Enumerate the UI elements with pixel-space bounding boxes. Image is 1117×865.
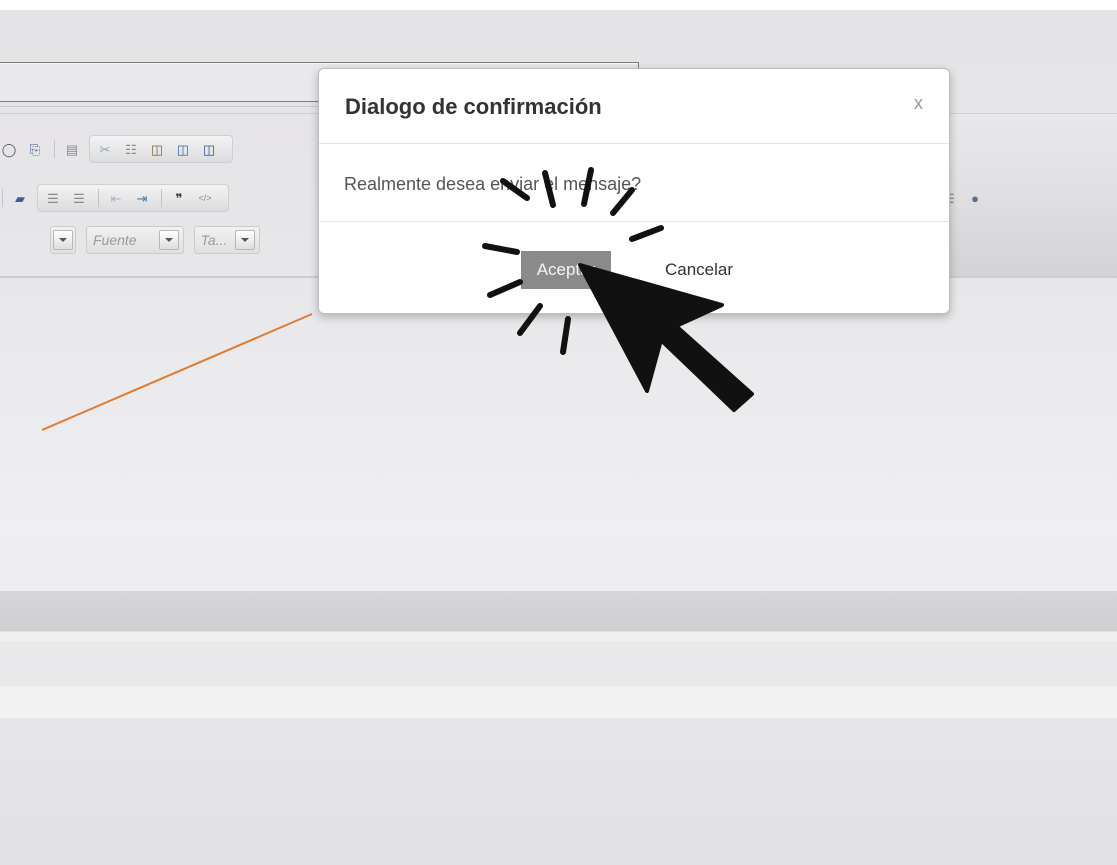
dialog-title: Dialogo de confirmación [345,94,602,119]
toolbar-row-1: ◯ ⎘ ▤ ✂ ☷ ◫ ◫ ◫ [0,134,239,164]
format-combos: Fuente Ta... [0,226,270,254]
copy-icon[interactable]: ☷ [122,140,140,158]
chevron-down-icon [53,230,73,250]
toolbar-separator [54,140,55,158]
toolbar-separator [98,189,99,207]
styles-combo[interactable] [50,226,76,254]
chevron-down-icon [235,230,256,250]
toolbar-separator [2,189,3,207]
bulleted-list-icon[interactable]: ☰ [70,189,88,207]
font-combo-label: Fuente [93,232,137,248]
list-group: ☰ ☰ ⇤ ⇥ ❞ </> [37,184,229,212]
attachments-row [0,686,1117,718]
font-combo[interactable]: Fuente [86,226,184,254]
binoculars-icon[interactable]: ◯ [0,140,18,158]
editor-footer-bar [0,591,1117,631]
dialog-body: Realmente desea enviar el mensaje? [319,144,949,222]
div-icon[interactable]: </> [196,189,214,207]
globe-icon[interactable]: ● [966,189,984,207]
outdent-icon[interactable]: ⇤ [107,189,125,207]
toolbar-row-2: ▰ ☰ ☰ ⇤ ⇥ ❞ </> [0,183,235,213]
attachments-row [0,641,1117,686]
page-footer-area [0,718,1117,865]
dialog-header: Dialogo de confirmación x [319,69,949,144]
dialog-message: Realmente desea enviar el mensaje? [344,174,642,194]
chevron-down-icon [158,230,179,250]
paste-icon[interactable]: ◫ [148,140,166,158]
accept-button[interactable]: Aceptar [521,251,611,289]
dialog-footer: Aceptar Cancelar [319,222,949,313]
confirmation-dialog: Dialogo de confirmación x Realmente dese… [318,68,950,314]
close-icon[interactable]: x [914,93,923,114]
paste-word-icon[interactable]: ◫ [200,140,218,158]
size-combo-label: Ta... [200,232,228,248]
size-combo[interactable]: Ta... [193,226,261,254]
templates-icon[interactable]: ▤ [63,140,81,158]
print-icon[interactable]: ⎘ [26,140,44,158]
toolbar-separator [161,189,162,207]
cancel-button[interactable]: Cancelar [665,260,733,280]
email-editor-screen: ◯ ⎘ ▤ ✂ ☷ ◫ ◫ ◫ ▰ ☰ ☰ ⇤ ⇥ ❞ </> ☷ ● [0,10,1117,865]
paste-text-icon[interactable]: ◫ [174,140,192,158]
indent-icon[interactable]: ⇥ [133,189,151,207]
cut-icon[interactable]: ✂ [96,140,114,158]
eraser-icon[interactable]: ▰ [11,189,29,207]
blockquote-icon[interactable]: ❞ [170,189,188,207]
clipboard-group: ✂ ☷ ◫ ◫ ◫ [89,135,233,163]
numbered-list-icon[interactable]: ☰ [44,189,62,207]
